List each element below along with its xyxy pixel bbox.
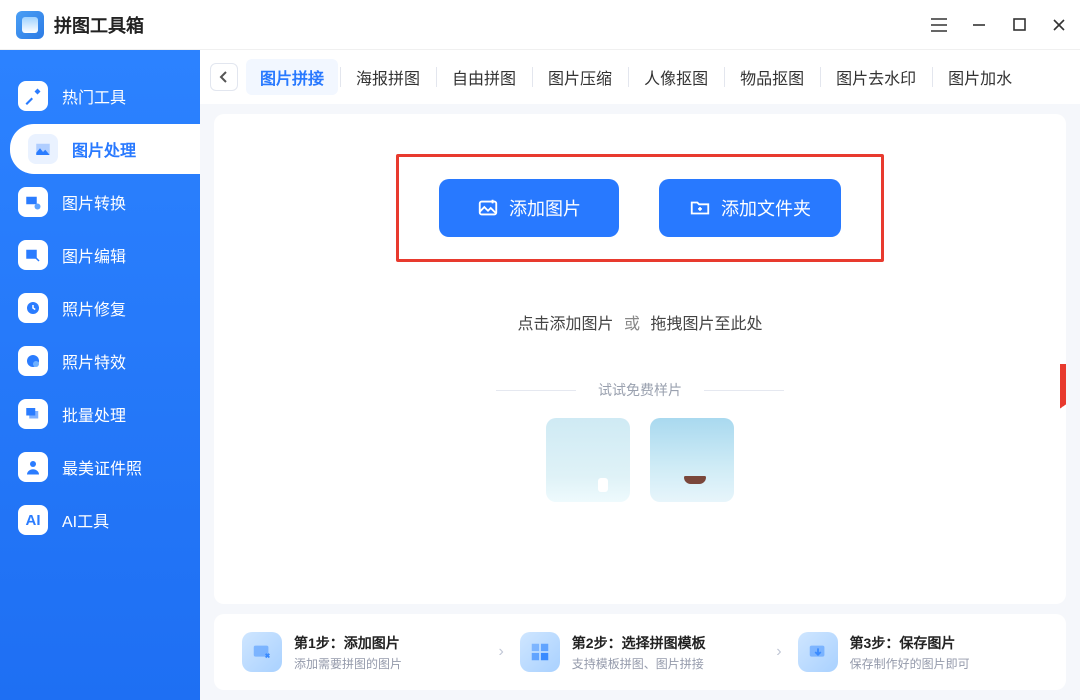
step-title: 第3步：保存图片 bbox=[850, 633, 970, 653]
sidebar-item-image-convert[interactable]: 图片转换 bbox=[0, 177, 200, 227]
image-plus-icon bbox=[477, 197, 499, 219]
tab-image-stitch[interactable]: 图片拼接 bbox=[246, 59, 338, 95]
content-area: 添加图片 添加文件夹 点击添加图片 或 拖拽图片至此处 试试免费样片 bbox=[214, 114, 1066, 604]
step-1: 第1步：添加图片 添加需要拼图的图片 bbox=[242, 632, 482, 672]
sidebar-item-label: 图片编辑 bbox=[62, 243, 126, 267]
menu-icon[interactable] bbox=[930, 16, 948, 34]
button-label: 添加图片 bbox=[509, 195, 581, 221]
convert-icon bbox=[18, 187, 48, 217]
tab-portrait-cutout[interactable]: 人像抠图 bbox=[630, 59, 722, 95]
tab-compress[interactable]: 图片压缩 bbox=[534, 59, 626, 95]
sidebar-item-batch[interactable]: 批量处理 bbox=[0, 389, 200, 439]
add-image-button[interactable]: 添加图片 bbox=[439, 179, 619, 237]
step-2: 第2步：选择拼图模板 支持模板拼图、图片拼接 bbox=[520, 632, 760, 672]
sidebar-item-label: 批量处理 bbox=[62, 402, 126, 426]
sidebar-item-label: 图片转换 bbox=[62, 190, 126, 214]
sidebar-item-photo-effect[interactable]: 照片特效 bbox=[0, 336, 200, 386]
drop-hint: 点击添加图片 或 拖拽图片至此处 bbox=[518, 310, 763, 334]
batch-icon bbox=[18, 399, 48, 429]
sample-thumbnail[interactable] bbox=[650, 418, 734, 502]
app-title: 拼图工具箱 bbox=[54, 12, 144, 38]
tab-poster[interactable]: 海报拼图 bbox=[342, 59, 434, 95]
ai-icon: AI bbox=[18, 505, 48, 535]
steps-bar: 第1步：添加图片 添加需要拼图的图片 › 第2步：选择拼图模板 支持模板拼图、图… bbox=[214, 614, 1066, 690]
tab-remove-watermark[interactable]: 图片去水印 bbox=[822, 59, 930, 95]
tab-add-watermark[interactable]: 图片加水 bbox=[934, 59, 1026, 95]
samples-label: 试试免费样片 bbox=[496, 380, 784, 400]
minimize-icon[interactable] bbox=[970, 16, 988, 34]
sidebar-item-label: 热门工具 bbox=[62, 84, 126, 108]
sidebar-item-label: AI工具 bbox=[62, 508, 109, 532]
repair-icon bbox=[18, 293, 48, 323]
close-icon[interactable] bbox=[1050, 16, 1068, 34]
sidebar-item-label: 照片修复 bbox=[62, 296, 126, 320]
window-controls bbox=[930, 16, 1068, 34]
step-title: 第2步：选择拼图模板 bbox=[572, 633, 706, 653]
sidebar-item-photo-repair[interactable]: 照片修复 bbox=[0, 283, 200, 333]
step-save-icon bbox=[798, 632, 838, 672]
top-tabs: 图片拼接 海报拼图 自由拼图 图片压缩 人像抠图 物品抠图 图片去水印 图片加水 bbox=[200, 50, 1080, 104]
maximize-icon[interactable] bbox=[1010, 16, 1028, 34]
folder-plus-icon bbox=[689, 197, 711, 219]
sidebar-item-label: 照片特效 bbox=[62, 349, 126, 373]
step-desc: 添加需要拼图的图片 bbox=[294, 655, 402, 672]
step-title: 第1步：添加图片 bbox=[294, 633, 402, 653]
chevron-right-icon: › bbox=[498, 643, 503, 661]
sidebar: 热门工具 图片处理 图片转换 图片编辑 照片修复 照片特效 批量处理 最美证件 bbox=[0, 50, 200, 700]
title-bar: 拼图工具箱 bbox=[0, 0, 1080, 50]
sample-thumbnail[interactable] bbox=[546, 418, 630, 502]
add-folder-button[interactable]: 添加文件夹 bbox=[659, 179, 841, 237]
person-icon bbox=[18, 452, 48, 482]
sidebar-item-image-edit[interactable]: 图片编辑 bbox=[0, 230, 200, 280]
tab-object-cutout[interactable]: 物品抠图 bbox=[726, 59, 818, 95]
sidebar-item-label: 最美证件照 bbox=[62, 455, 142, 479]
highlight-box: 添加图片 添加文件夹 bbox=[396, 154, 884, 262]
sidebar-item-label: 图片处理 bbox=[72, 137, 136, 161]
tab-free[interactable]: 自由拼图 bbox=[438, 59, 530, 95]
chevron-right-icon: › bbox=[776, 643, 781, 661]
sidebar-item-hot-tools[interactable]: 热门工具 bbox=[0, 71, 200, 121]
back-button[interactable] bbox=[210, 63, 238, 91]
sidebar-item-id-photo[interactable]: 最美证件照 bbox=[0, 442, 200, 492]
step-3: 第3步：保存图片 保存制作好的图片即可 bbox=[798, 632, 1038, 672]
effect-icon bbox=[18, 346, 48, 376]
step-desc: 支持模板拼图、图片拼接 bbox=[572, 655, 706, 672]
sidebar-item-image-process[interactable]: 图片处理 bbox=[10, 124, 200, 174]
step-desc: 保存制作好的图片即可 bbox=[850, 655, 970, 672]
annotation-arrow-icon bbox=[1060, 364, 1066, 594]
wrench-icon bbox=[18, 81, 48, 111]
step-template-icon bbox=[520, 632, 560, 672]
step-add-icon bbox=[242, 632, 282, 672]
app-logo-icon bbox=[16, 11, 44, 39]
image-icon bbox=[28, 134, 58, 164]
button-label: 添加文件夹 bbox=[721, 195, 811, 221]
edit-icon bbox=[18, 240, 48, 270]
sidebar-item-ai-tools[interactable]: AI AI工具 bbox=[0, 495, 200, 545]
sample-row bbox=[546, 418, 734, 502]
